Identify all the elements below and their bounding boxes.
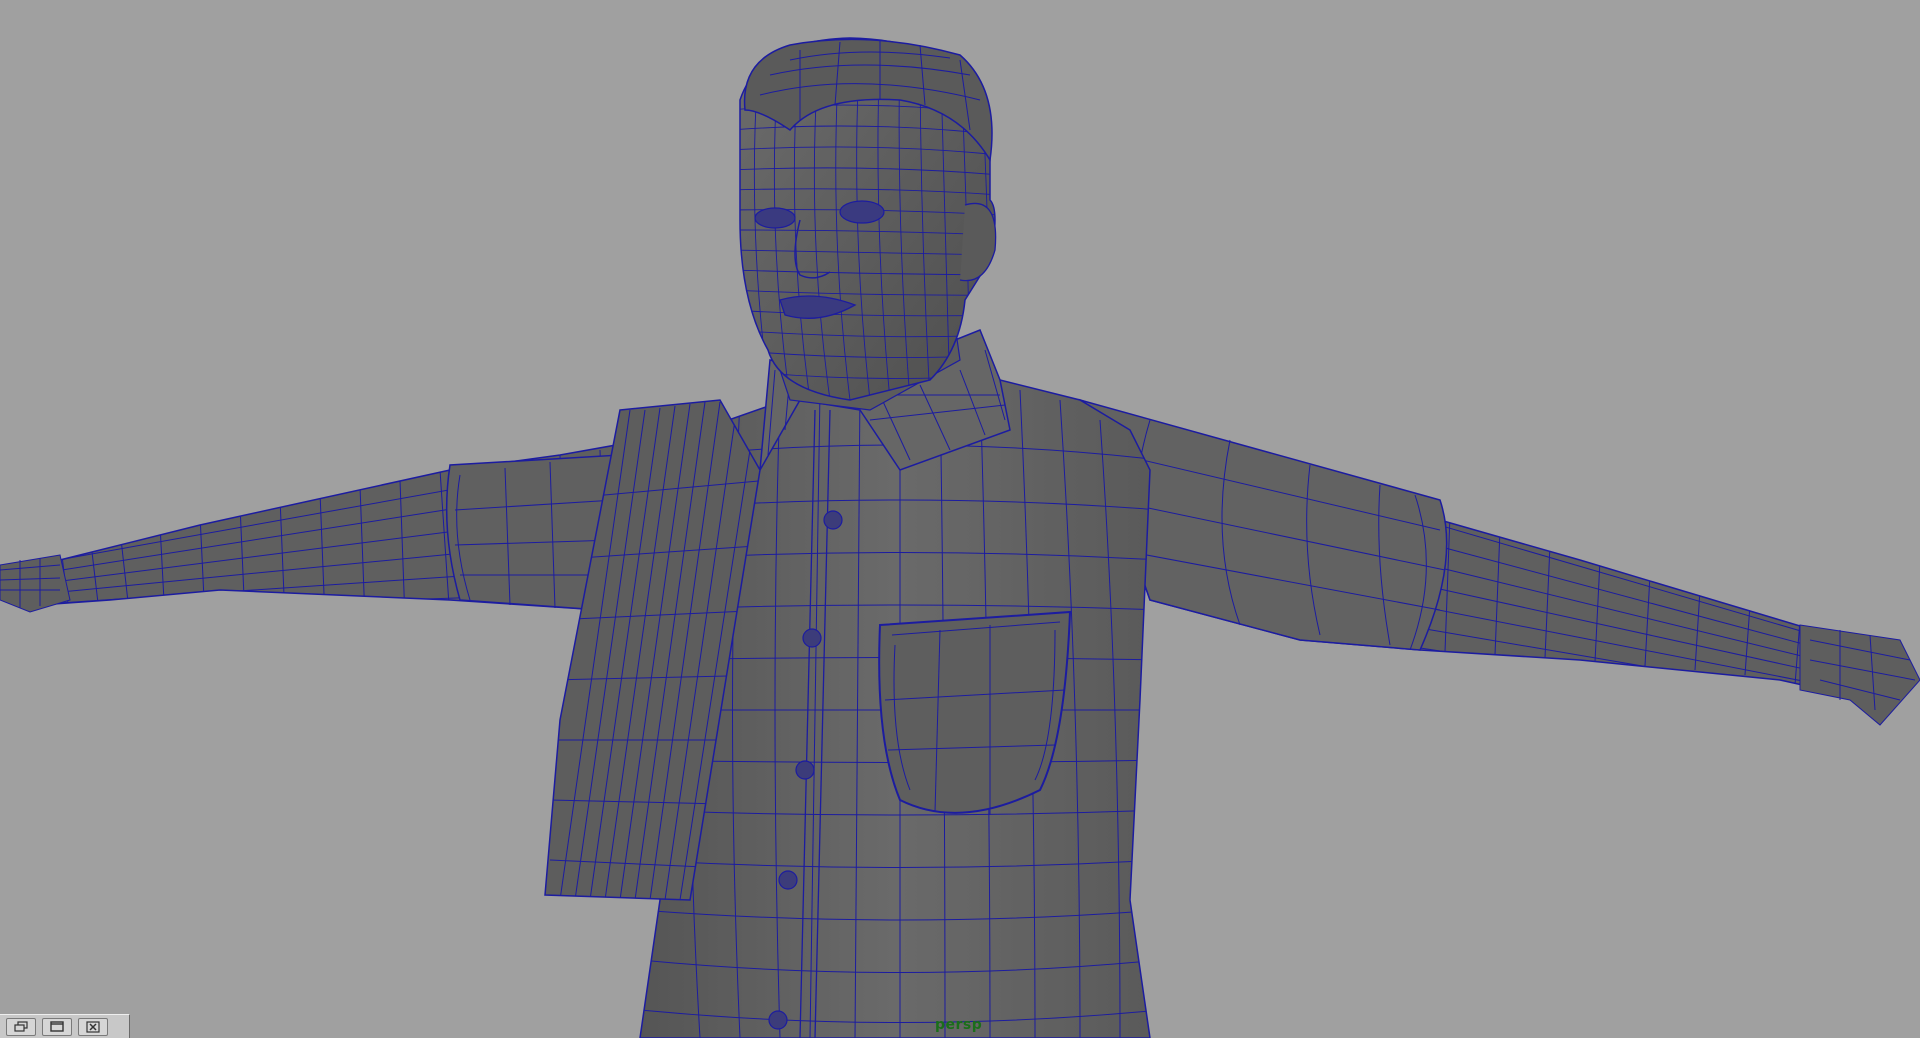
close-panel-button[interactable] <box>78 1017 108 1036</box>
right-arm-mesh <box>1078 398 1881 701</box>
maximize-panel-button[interactable] <box>42 1017 72 1036</box>
close-panel-icon <box>85 1020 101 1033</box>
camera-name-label: persp <box>935 1017 983 1033</box>
restore-panel-button[interactable] <box>6 1017 36 1036</box>
right-hand-mesh <box>1799 624 1920 726</box>
character-wireframe-model[interactable] <box>0 0 1920 1038</box>
perspective-viewport[interactable]: persp <box>0 0 1920 1038</box>
restore-panel-icon <box>13 1020 29 1033</box>
panel-controls-bar <box>0 1014 130 1038</box>
maximize-panel-icon <box>49 1020 65 1033</box>
left-hand-mesh <box>0 554 71 613</box>
